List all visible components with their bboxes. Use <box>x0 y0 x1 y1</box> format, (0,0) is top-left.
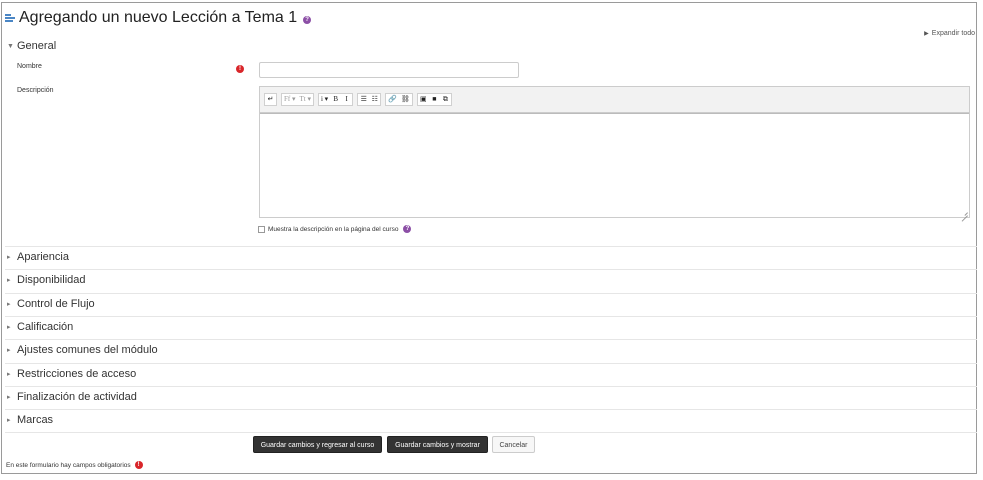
caret-right-icon: ▶ <box>924 31 929 37</box>
section-divider <box>5 269 977 271</box>
resize-grip-icon[interactable] <box>961 210 968 222</box>
section-header-label: Finalización de actividad <box>17 390 137 403</box>
section-general-label: General <box>17 40 57 52</box>
description-textarea[interactable] <box>260 113 969 222</box>
numbered-list-button[interactable]: ☷ <box>369 94 380 105</box>
section-header-label: Disponibilidad <box>17 274 86 287</box>
caret-right-icon: ▸ <box>7 370 11 378</box>
redo-icon[interactable]: ↵ <box>265 94 276 105</box>
page-title: Agregando un nuevo Lección a Tema 1 <box>19 9 298 26</box>
section-divider <box>5 385 977 387</box>
video-button[interactable]: ■ <box>429 94 440 105</box>
section-divider <box>5 432 977 434</box>
description-editor: ↵ Ff ▾ Tt ▾ i ▾ B I ☰ ☷ 🔗 ⛓ ▣ ■ ⧉ <box>259 86 970 222</box>
font-size-button[interactable]: Tt ▾ <box>298 94 313 105</box>
bold-button[interactable]: B <box>330 94 341 105</box>
section-header[interactable]: ▸ Calificación <box>7 321 73 333</box>
cancel-button[interactable]: Cancelar <box>492 436 535 453</box>
section-header[interactable]: ▸ Marcas <box>7 414 53 426</box>
section-divider <box>5 409 977 411</box>
copy-button[interactable]: ⧉ <box>440 94 451 105</box>
required-icon: ! <box>236 65 244 73</box>
section-header-label: Marcas <box>17 414 54 427</box>
show-description-row: Muestra la descripción en la página del … <box>258 225 412 233</box>
save-return-button[interactable]: Guardar cambios y regresar al curso <box>253 436 382 453</box>
section-divider <box>5 292 977 294</box>
title-row: Agregando un nuevo Lección a Tema 1 ? <box>5 9 312 27</box>
caret-right-icon: ▸ <box>7 323 11 331</box>
caret-right-icon: ▸ <box>7 393 11 401</box>
save-display-button[interactable]: Guardar cambios y mostrar <box>387 436 488 453</box>
section-divider <box>5 315 977 317</box>
section-header[interactable]: ▸ Finalización de actividad <box>7 391 137 403</box>
section-header-label: Restricciones de acceso <box>17 367 137 380</box>
toolbar-group: Ff ▾ Tt ▾ <box>281 93 314 106</box>
section-header[interactable]: ▸ Ajustes comunes del módulo <box>7 344 158 356</box>
caret-right-icon: ▸ <box>7 300 11 308</box>
caret-right-icon: ▸ <box>7 277 11 285</box>
section-header[interactable]: ▸ Apariencia <box>7 251 69 263</box>
section-general[interactable]: ▼ General <box>7 40 56 52</box>
editor-toolbar: ↵ Ff ▾ Tt ▾ i ▾ B I ☰ ☷ 🔗 ⛓ ▣ ■ ⧉ <box>260 87 969 113</box>
caret-right-icon: ▸ <box>7 254 11 261</box>
show-description-label: Muestra la descripción en la página del … <box>268 225 399 233</box>
section-header-label: Control de Flujo <box>17 297 95 310</box>
show-description-checkbox[interactable] <box>258 225 265 233</box>
section-header[interactable]: ▸ Restricciones de acceso <box>7 368 136 380</box>
section-divider <box>5 246 977 247</box>
help-icon[interactable]: ? <box>303 16 312 24</box>
link-button[interactable]: 🔗 <box>386 94 399 105</box>
section-header[interactable]: ▸ Disponibilidad <box>7 274 86 286</box>
unlink-button[interactable]: ⛓ <box>399 94 412 105</box>
section-divider <box>5 339 977 341</box>
toolbar-group: 🔗 ⛓ <box>385 93 413 106</box>
required-icon: ! <box>134 461 143 469</box>
toolbar-group: ↵ <box>264 93 277 106</box>
section-header-label: Ajustes comunes del módulo <box>17 344 158 357</box>
description-label: Descripción <box>17 87 54 94</box>
info-button[interactable]: i ▾ <box>319 94 330 105</box>
expand-all-link[interactable]: ▶ Expandir todo <box>924 30 975 37</box>
required-fields-note: En este formulario hay campos obligatori… <box>6 461 143 469</box>
caret-right-icon: ▸ <box>7 347 11 355</box>
required-fields-text: En este formulario hay campos obligatori… <box>6 461 131 469</box>
expand-all-label: Expandir todo <box>931 30 975 37</box>
caret-right-icon: ▸ <box>7 417 11 425</box>
section-header[interactable]: ▸ Control de Flujo <box>7 298 95 310</box>
toolbar-group: ☰ ☷ <box>357 93 382 106</box>
bullet-list-button[interactable]: ☰ <box>358 94 369 105</box>
name-input[interactable] <box>259 62 519 78</box>
font-family-button[interactable]: Ff ▾ <box>282 94 298 105</box>
italic-button[interactable]: I <box>341 94 352 105</box>
lesson-icon <box>5 13 16 24</box>
caret-down-icon: ▼ <box>7 42 14 50</box>
toolbar-group: ▣ ■ ⧉ <box>416 93 452 106</box>
section-header-label: Apariencia <box>17 251 69 263</box>
image-button[interactable]: ▣ <box>418 94 429 105</box>
name-label: Nombre <box>17 63 42 70</box>
help-icon[interactable]: ? <box>403 225 412 233</box>
toolbar-group: i ▾ B I <box>317 93 354 106</box>
section-divider <box>5 362 977 364</box>
section-header-label: Calificación <box>17 320 74 333</box>
